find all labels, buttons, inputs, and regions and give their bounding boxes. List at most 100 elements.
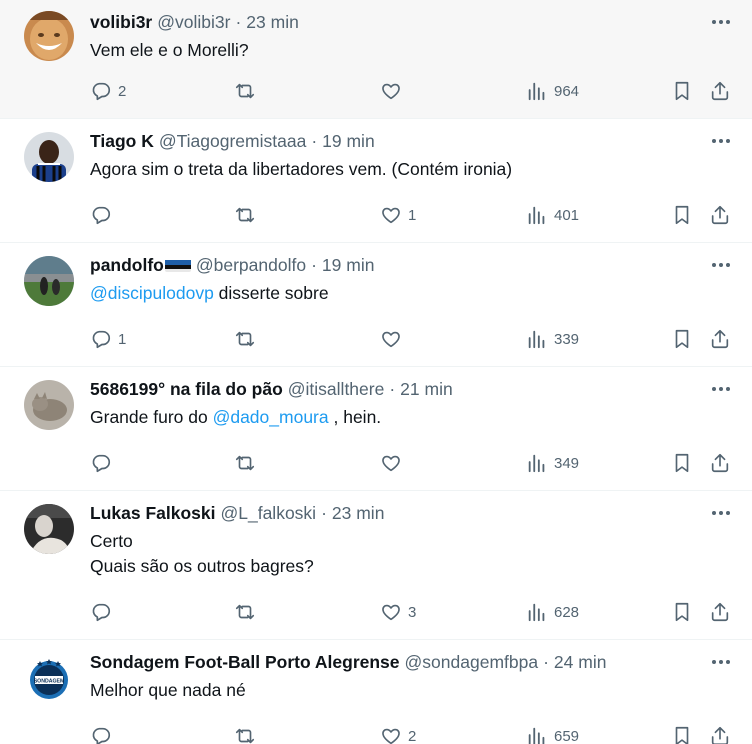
avatar[interactable] [24,380,74,430]
like-button[interactable]: 1 [380,202,416,228]
bookmark-button[interactable] [671,326,693,352]
views-button[interactable]: 628 [526,599,579,625]
timestamp[interactable]: 23 min [332,503,385,524]
avatar[interactable] [24,11,74,61]
share-button[interactable] [709,599,731,625]
reply-icon [92,206,111,225]
retweet-button[interactable] [234,78,262,104]
like-button[interactable]: 2 [380,723,416,744]
timestamp[interactable]: 23 min [246,12,299,33]
reply-button[interactable]: 2 [90,78,126,104]
retweet-button[interactable] [234,450,262,476]
svg-text:SONDAGEM: SONDAGEM [34,679,65,685]
bookmark-icon [675,453,689,473]
share-icon [711,453,729,473]
separator-dot: · [311,254,317,275]
share-button[interactable] [709,78,731,104]
retweet-button[interactable] [234,723,262,744]
like-button[interactable] [380,326,408,352]
share-button[interactable] [709,202,731,228]
views-button[interactable]: 964 [526,78,579,104]
bookmark-button[interactable] [671,78,693,104]
reply-button[interactable] [90,599,118,625]
tweet-text-body: Melhor que nada né [90,680,246,700]
like-button[interactable]: 3 [380,599,416,625]
bookmark-button[interactable] [671,202,693,228]
views-button[interactable]: 401 [526,202,579,228]
views-button[interactable]: 659 [526,723,579,744]
more-icon[interactable] [708,379,734,399]
reply-icon [92,727,111,744]
display-name[interactable]: volibi3r [90,12,152,33]
bookmark-button[interactable] [671,450,693,476]
views-icon [528,603,545,622]
reply-icon [92,82,111,101]
timestamp[interactable]: 21 min [400,379,453,400]
tweet[interactable]: 5686199° na fila do pão @itisallthere · … [0,367,752,491]
handle[interactable]: @Tiagogremistaaa [159,131,306,152]
like-button[interactable] [380,450,408,476]
share-icon [711,329,729,349]
retweet-button[interactable] [234,202,262,228]
separator-dot: · [389,378,396,399]
timestamp[interactable]: 24 min [554,652,607,673]
handle[interactable]: @sondagemfbpa [405,652,539,673]
share-icon [711,602,729,622]
timestamp[interactable]: 19 min [322,255,375,276]
reply-icon [92,330,111,349]
like-button[interactable] [380,78,408,104]
avatar[interactable] [24,132,74,182]
avatar[interactable]: SONDAGEM [24,653,74,703]
share-button[interactable] [709,723,731,744]
separator-dot: · [311,130,318,151]
timestamp[interactable]: 19 min [322,131,375,152]
tweet[interactable]: Lukas Falkoski @L_falkoski · 23 min Cert… [0,491,752,640]
more-icon[interactable] [708,255,734,275]
handle[interactable]: @berpandolfo [196,255,306,276]
display-name[interactable]: Tiago K [90,131,154,152]
bookmark-icon [675,81,689,101]
avatar[interactable] [24,256,74,306]
reply-button[interactable]: 1 [90,326,126,352]
tweet[interactable]: SONDAGEM Sondagem Foot-Ball Porto Alegre… [0,640,752,744]
reply-button[interactable] [90,202,118,228]
display-name[interactable]: Sondagem Foot-Ball Porto Alegrense [90,652,400,673]
like-icon [382,728,400,744]
views-button[interactable]: 339 [526,326,579,352]
more-icon[interactable] [708,652,734,672]
reply-icon [92,603,111,622]
display-name[interactable]: 5686199° na fila do pão [90,379,283,400]
views-button[interactable]: 349 [526,450,579,476]
tweet[interactable]: Tiago K @Tiagogremistaaa · 19 min Agora … [0,119,752,243]
tweet-text-body: Vem ele e o Morelli? [90,40,249,60]
handle[interactable]: @L_falkoski [220,503,316,524]
bookmark-button[interactable] [671,723,693,744]
share-icon [711,205,729,225]
retweet-icon [235,455,255,471]
like-icon [382,331,400,348]
more-icon[interactable] [708,131,734,151]
like-icon [382,604,400,621]
share-button[interactable] [709,326,731,352]
handle[interactable]: @itisallthere [288,379,385,400]
bookmark-button[interactable] [671,599,693,625]
reply-button[interactable] [90,723,118,744]
tweet-text-line: Certo [90,531,133,551]
bookmark-icon [675,726,689,744]
handle[interactable]: @volibi3r [157,12,230,33]
mention-link[interactable]: @discipulodovp [90,283,214,303]
retweet-button[interactable] [234,599,262,625]
display-name[interactable]: Lukas Falkoski [90,503,215,524]
tweet-text-body: Agora sim o treta da libertadores vem. (… [90,159,513,179]
mention-link[interactable]: @dado_moura [213,407,329,427]
tweet[interactable]: pandolfo @berpandolfo · 19 min @discipul… [0,243,752,367]
more-icon[interactable] [708,503,734,523]
avatar[interactable] [24,504,74,554]
display-name[interactable]: pandolfo [90,255,164,276]
retweet-button[interactable] [234,326,262,352]
reply-button[interactable] [90,450,118,476]
views-count: 401 [554,206,580,224]
share-button[interactable] [709,450,731,476]
tweet[interactable]: volibi3r @volibi3r · 23 min Vem ele e o … [0,0,752,119]
more-icon[interactable] [708,12,734,32]
